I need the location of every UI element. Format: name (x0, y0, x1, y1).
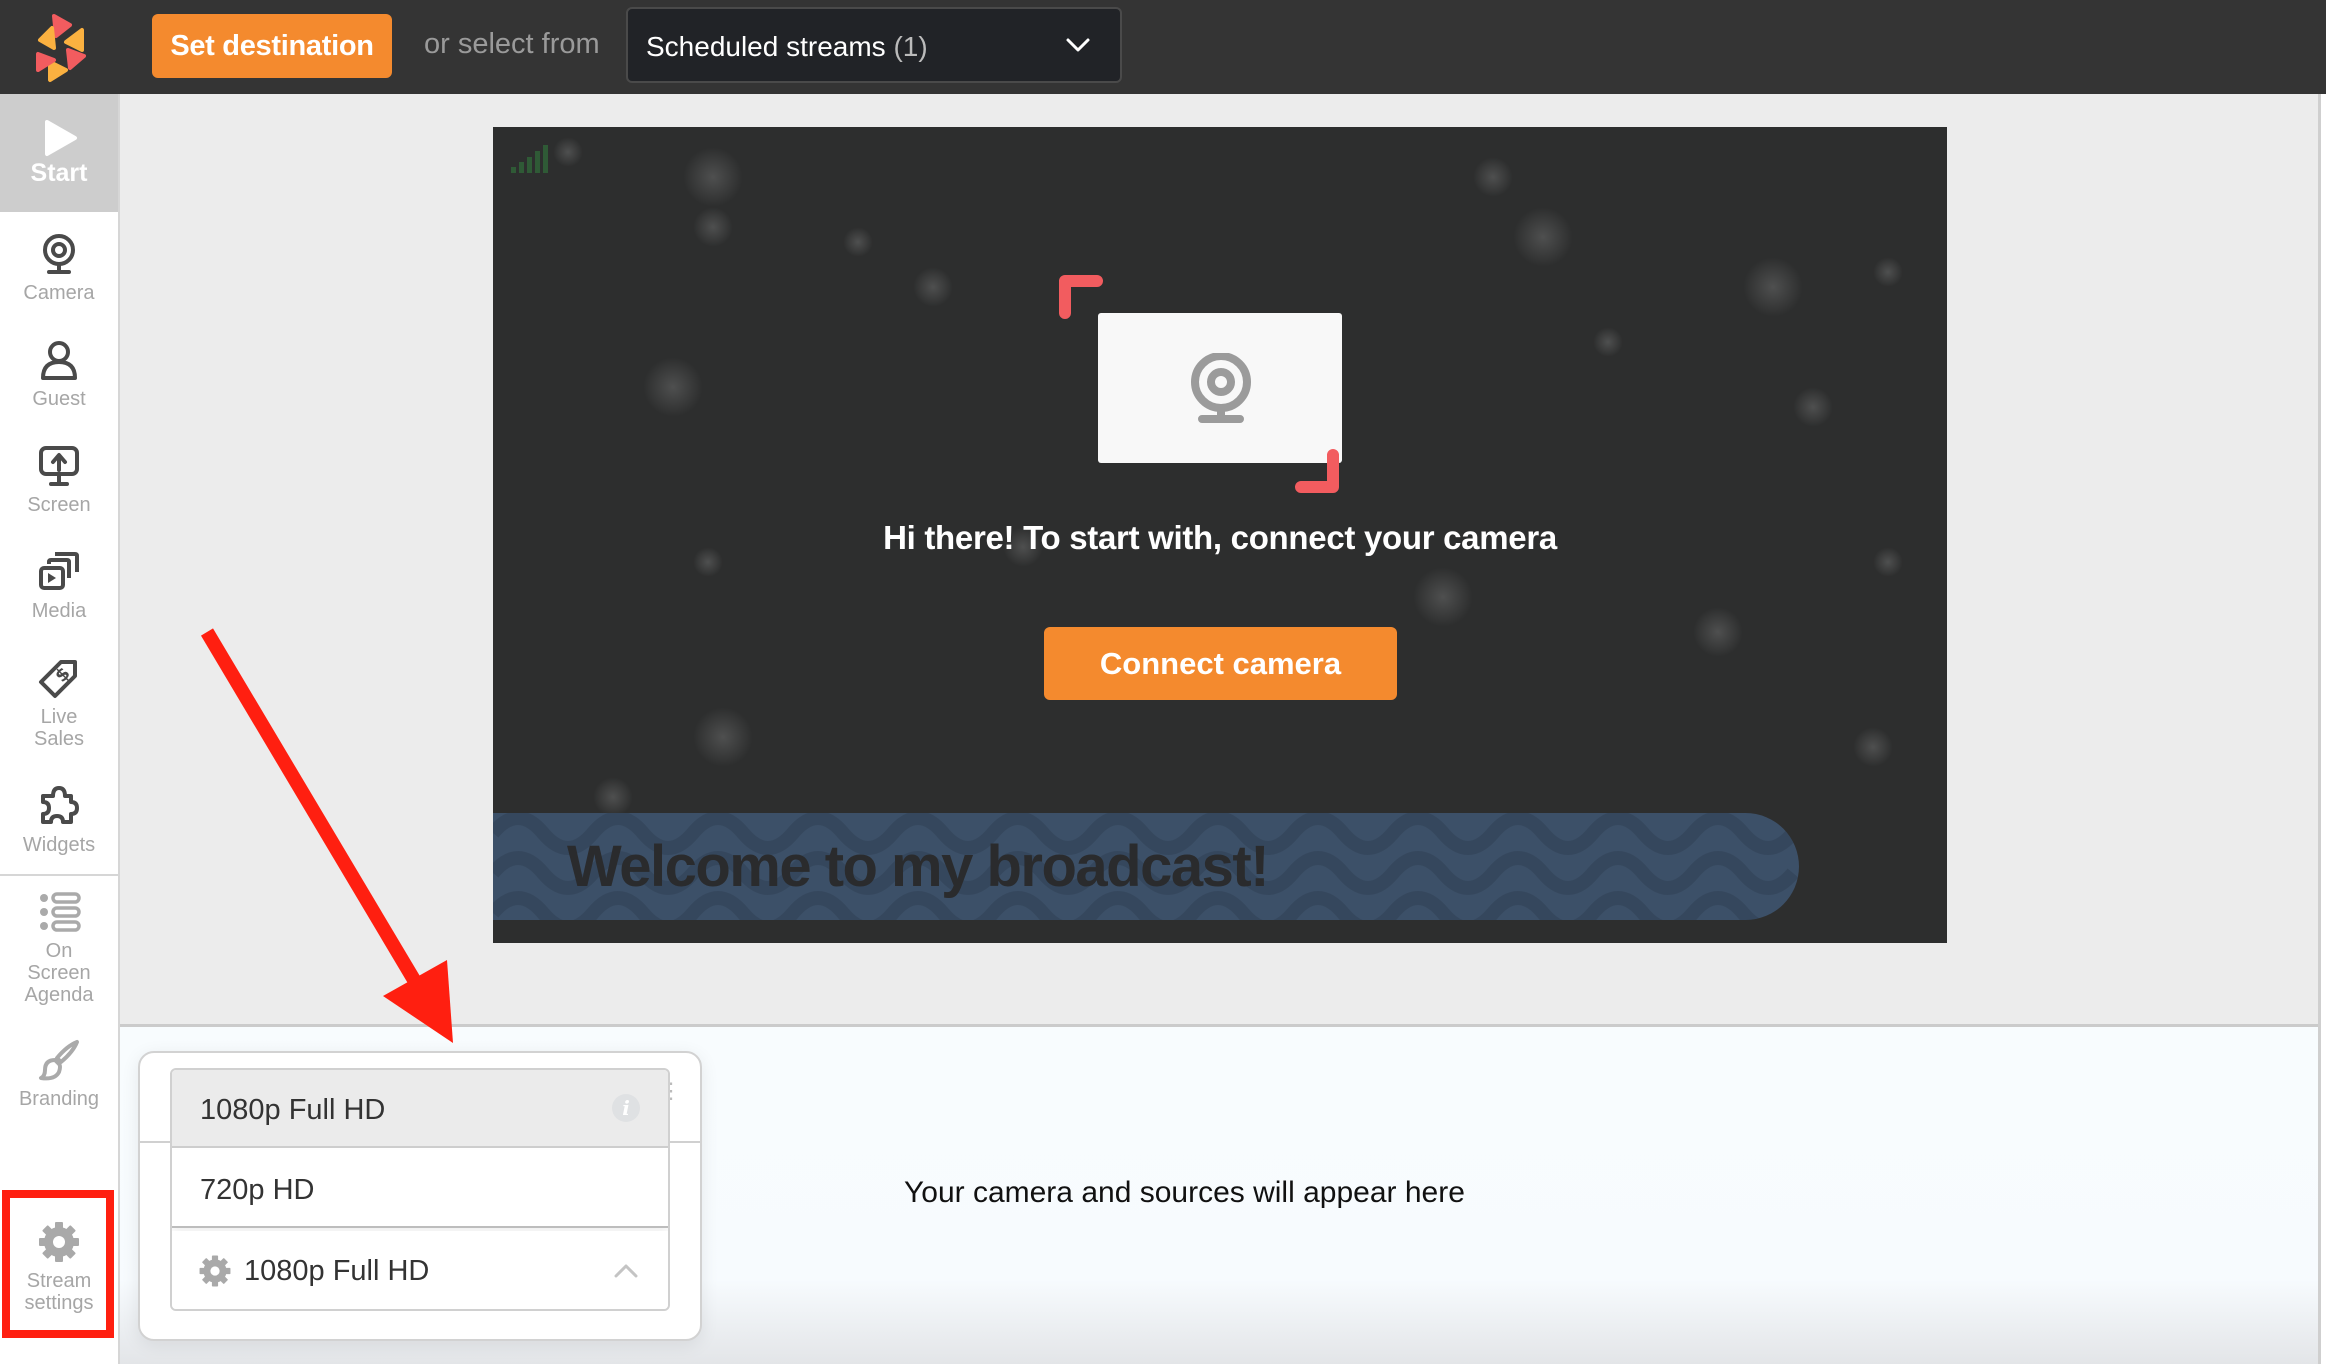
bokeh-dot (643, 357, 703, 417)
frame-corner-bottom-right (1295, 449, 1339, 493)
sidebar-item-branding[interactable]: Branding (0, 1038, 118, 1110)
scheduled-streams-count: (1) (893, 31, 928, 62)
quality-option-720p[interactable]: 720p HD (172, 1150, 668, 1228)
sidebar-item-camera[interactable]: Camera (0, 232, 118, 304)
webcam-icon (1191, 353, 1251, 423)
bokeh-dot (843, 227, 873, 257)
bokeh-dot (1513, 207, 1573, 267)
bokeh-dot (693, 707, 753, 767)
sidebar-item-label: Media (31, 600, 87, 622)
brush-icon (39, 1040, 79, 1081)
bokeh-dot (693, 207, 733, 247)
stream-preview: Hi there! To start with, connect your ca… (493, 127, 1947, 943)
option-label: 1080p Full HD (200, 1094, 386, 1126)
selected-quality-label: 1080p Full HD (244, 1255, 430, 1287)
bokeh-dot (913, 267, 953, 307)
media-stack-icon (39, 552, 79, 590)
sidebar-item-label: Camera (23, 282, 95, 304)
scheduled-streams-dropdown[interactable]: Scheduled streams (1) (626, 7, 1122, 83)
sidebar-item-screen[interactable]: Screen (0, 444, 118, 516)
price-tag-icon: $ (39, 660, 77, 698)
sidebar-divider (0, 874, 118, 876)
bokeh-dot (1413, 567, 1473, 627)
sidebar-item-label: Branding (18, 1088, 100, 1110)
bokeh-dot (1593, 327, 1623, 357)
sidebar-item-label: On (45, 940, 73, 962)
bokeh-dot (1793, 387, 1833, 427)
user-icon (41, 341, 77, 380)
sidebar-item-label: Live (40, 706, 78, 728)
bokeh-dot (1743, 257, 1803, 317)
option-label: 720p HD (200, 1174, 315, 1206)
sidebar-item-guest[interactable]: Guest (0, 338, 118, 410)
bokeh-dot (1693, 607, 1743, 657)
gear-icon (199, 1255, 231, 1287)
sidebar-item-widgets[interactable]: Widgets (0, 784, 118, 856)
sources-empty-message: Your camera and sources will appear here (904, 1176, 1465, 1209)
banner-text: Welcome to my broadcast! (567, 834, 1270, 899)
sidebar: Start Camera Guest Screen Media $ Live S… (0, 94, 120, 1364)
quality-option-1080p[interactable]: 1080p Full HD i (172, 1070, 668, 1148)
quality-selected-value[interactable]: 1080p Full HD (172, 1231, 668, 1309)
sidebar-item-label: Guest (32, 388, 86, 410)
info-icon[interactable]: i (612, 1094, 640, 1122)
puzzle-icon (41, 786, 79, 824)
set-destination-button[interactable]: Set destination (152, 14, 392, 78)
top-bar: Set destination or select from Scheduled… (0, 0, 2326, 94)
connect-camera-prompt: Hi there! To start with, connect your ca… (883, 519, 1557, 556)
list-icon (40, 892, 81, 932)
sidebar-item-label: Screen (27, 494, 91, 516)
bokeh-dot (553, 137, 583, 167)
webcam-icon (43, 234, 75, 274)
chevron-down-icon (1066, 38, 1090, 52)
bokeh-dot (1853, 727, 1893, 767)
signal-strength-icon (511, 145, 548, 173)
chevron-up-icon (614, 1264, 638, 1278)
sidebar-item-live-sales[interactable]: $ Live Sales (0, 656, 118, 750)
screen-share-icon (39, 446, 79, 486)
brand-logo[interactable] (24, 10, 100, 86)
play-icon (45, 120, 77, 156)
annotation-highlight-box (2, 1190, 114, 1338)
sidebar-item-label: Sales (33, 728, 85, 750)
bokeh-dot (683, 147, 743, 207)
frame-corner-top-left (1059, 275, 1103, 319)
right-panel-edge (2318, 94, 2326, 1364)
sidebar-item-on-screen-agenda[interactable]: On Screen Agenda (0, 890, 118, 1006)
sidebar-item-media[interactable]: Media (0, 550, 118, 622)
welcome-banner: Welcome to my broadcast! (493, 813, 1799, 920)
bokeh-dot (1873, 257, 1903, 287)
sidebar-item-label: Screen (27, 962, 91, 984)
scheduled-streams-label: Scheduled streams (1) (646, 31, 928, 62)
bokeh-dot (1473, 157, 1513, 197)
sidebar-item-label: Widgets (22, 834, 96, 856)
sidebar-item-label: Start (30, 159, 88, 187)
bokeh-dot (593, 777, 633, 817)
quality-select[interactable]: 1080p Full HD i 720p HD 1080p Full HD (170, 1068, 670, 1311)
camera-placeholder-card (1098, 313, 1342, 463)
or-select-from-label: or select from (424, 28, 600, 60)
sidebar-item-start[interactable]: Start (0, 94, 118, 212)
connect-camera-button[interactable]: Connect camera (1044, 627, 1397, 700)
sidebar-item-label: Agenda (24, 984, 94, 1006)
